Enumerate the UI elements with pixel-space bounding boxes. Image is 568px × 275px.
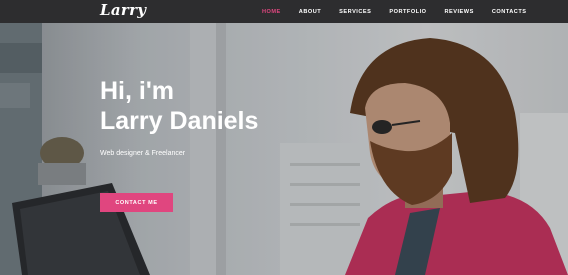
hero-text: Hi, i'm Larry Daniels Web designer & Fre…	[100, 76, 258, 157]
nav-item-services[interactable]: SERVICES	[339, 9, 371, 15]
site-logo[interactable]: Larry	[100, 1, 146, 19]
hero-name: Larry Daniels	[100, 107, 259, 135]
nav-item-portfolio[interactable]: PORTFOLIO	[389, 9, 426, 15]
main-menu: HOME ABOUT SERVICES PORTFOLIO REVIEWS CO…	[262, 0, 544, 23]
nav-item-contacts[interactable]: CONTACTS	[492, 9, 527, 15]
hero-greeting: Hi, i'm	[100, 77, 175, 105]
nav-item-about[interactable]: ABOUT	[299, 9, 321, 15]
hero-overlay	[0, 23, 568, 275]
contact-me-button[interactable]: CONTACT ME	[100, 193, 173, 212]
nav-item-reviews[interactable]: REVIEWS	[445, 9, 474, 15]
hero-section	[0, 23, 568, 275]
hero-subtitle: Web designer & Freelancer	[100, 150, 186, 157]
nav-item-home[interactable]: HOME	[262, 9, 281, 15]
navbar: Larry HOME ABOUT SERVICES PORTFOLIO REVI…	[0, 0, 568, 23]
hero-title: Hi, i'm Larry Daniels	[100, 76, 258, 136]
